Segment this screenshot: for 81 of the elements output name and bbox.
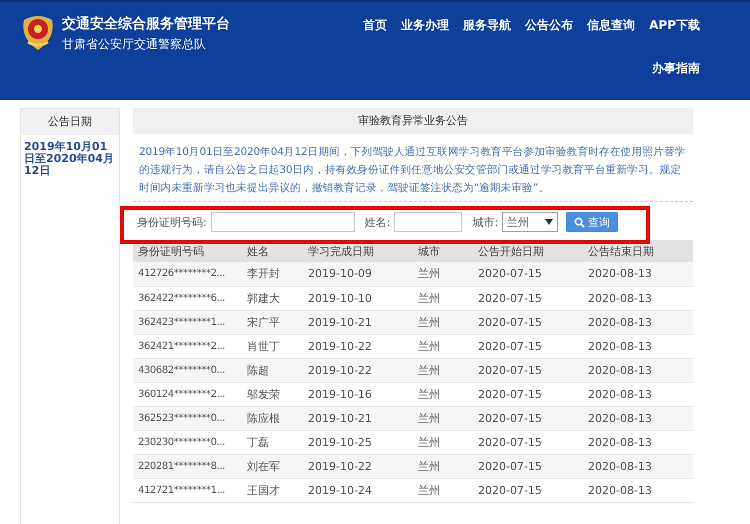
table-cell: 陈应根 (242, 406, 303, 430)
site-subtitle: 甘肃省公安厅交通警察总队 (62, 36, 207, 53)
table-cell: 2020-07-15 (473, 430, 583, 454)
date-link[interactable]: 2019年10月01日至2020年04月12日 (21, 135, 119, 183)
nav-link[interactable]: 首页 (363, 17, 388, 34)
nav-link[interactable]: 办事指南 (652, 60, 700, 77)
table-cell: 220281********8... (133, 454, 242, 478)
table-cell: 230230********0... (133, 430, 242, 454)
table-cell: 郭建大 (242, 286, 303, 310)
table-cell: 2020-07-15 (473, 478, 583, 502)
table-cell: 丁磊 (242, 430, 303, 454)
table-cell: 兰州 (413, 286, 473, 310)
nav-link[interactable]: 服务导航 (463, 17, 512, 34)
field-label: 身份证明号码: (137, 214, 207, 230)
table-cell: 2019-10-22 (303, 454, 413, 478)
sidebar-heading: 公告日期 (21, 109, 119, 135)
nav-link[interactable]: 信息查询 (587, 17, 636, 34)
table-cell: 刘在军 (242, 454, 303, 478)
table-cell: 2020-08-13 (583, 262, 693, 286)
table-cell: 412726********2... (133, 262, 242, 286)
table-cell: 2020-08-13 (583, 358, 693, 382)
table-cell: 2020-07-15 (473, 406, 583, 430)
nav-link[interactable]: 业务办理 (401, 17, 450, 34)
table-cell: 2020-07-15 (473, 382, 583, 406)
search-icon (574, 216, 586, 228)
table-cell: 兰州 (413, 334, 473, 358)
table-cell: 2020-08-13 (583, 334, 693, 358)
table-cell: 2020-08-13 (583, 478, 693, 502)
table-cell: 兰州 (413, 382, 473, 406)
table-cell: 2020-08-13 (583, 382, 693, 406)
name-input-field[interactable] (394, 212, 462, 232)
table-cell: 2019-10-10 (303, 286, 413, 310)
table-cell: 2020-07-15 (473, 286, 583, 310)
table-cell: 2019-10-22 (303, 358, 413, 382)
table-cell: 肖世丁 (242, 334, 303, 358)
table-cell: 2020-07-15 (473, 334, 583, 358)
table-cell: 王国才 (242, 478, 303, 502)
table-cell: 兰州 (413, 262, 473, 286)
city-dropdown[interactable]: 兰州 (502, 212, 558, 232)
table-cell: 李开封 (242, 262, 303, 286)
table-cell: 陈超 (242, 358, 303, 382)
id-input-field[interactable] (210, 212, 355, 232)
table-cell: 2019-10-24 (303, 478, 413, 502)
table-cell: 430682********0... (133, 358, 242, 382)
nav-link[interactable]: APP下载 (649, 17, 700, 34)
table-cell: 兰州 (413, 406, 473, 430)
table-cell: 宋广平 (242, 310, 303, 334)
table-cell: 兰州 (413, 358, 473, 382)
field-label: 姓名: (364, 214, 390, 230)
table-cell: 兰州 (413, 478, 473, 502)
notice-text: 2019年10月01日至2020年04月12日期间，下列驾驶人通过互联网学习教育平台参加审验教育时存在使用照片替学的违规行为，请自公告之日起30日内，持有效身份证件到任意地公安交管部门或通过学习教育平台重新学习。规定时间内未重新学习也未提出异议的，撤销教育记录，驾驶证签注状态为“逾期未审验”。 (133, 134, 693, 202)
table-cell: 2020-08-13 (583, 430, 693, 454)
table-cell: 2019-10-21 (303, 406, 413, 430)
table-cell: 2020-08-13 (583, 286, 693, 310)
table-cell: 2020-07-15 (473, 310, 583, 334)
nav-link[interactable]: 公告公布 (525, 17, 574, 34)
table-cell: 兰州 (413, 310, 473, 334)
caret-icon (545, 219, 554, 225)
notice-title: 审验教育异常业务公告 (133, 108, 693, 134)
table-cell: 兰州 (413, 454, 473, 478)
table-cell: 兰州 (413, 430, 473, 454)
table-cell: 2020-07-15 (473, 262, 583, 286)
table-cell: 2019-10-25 (303, 430, 413, 454)
table-cell: 362422********6... (133, 286, 242, 310)
field-label: 城市: (472, 214, 498, 230)
site-title: 交通安全综合服务管理平台 (62, 15, 230, 33)
table-cell: 2020-08-13 (583, 406, 693, 430)
table-cell: 2019-10-22 (303, 334, 413, 358)
table-cell: 2019-10-21 (303, 310, 413, 334)
table-cell: 2020-07-15 (473, 454, 583, 478)
table-cell: 2020-08-13 (583, 310, 693, 334)
table-cell: 2020-07-15 (473, 358, 583, 382)
table-cell: 362421********2... (133, 334, 242, 358)
table-cell: 2020-08-13 (583, 454, 693, 478)
table-cell: 412721********1... (133, 478, 242, 502)
table-cell: 360124********2... (133, 382, 242, 406)
table-cell: 362423********1... (133, 310, 242, 334)
table-cell: 362523********0... (133, 406, 242, 430)
table-cell: 邬发荣 (242, 382, 303, 406)
table-cell: 2019-10-16 (303, 382, 413, 406)
table-cell: 2019-10-09 (303, 262, 413, 286)
